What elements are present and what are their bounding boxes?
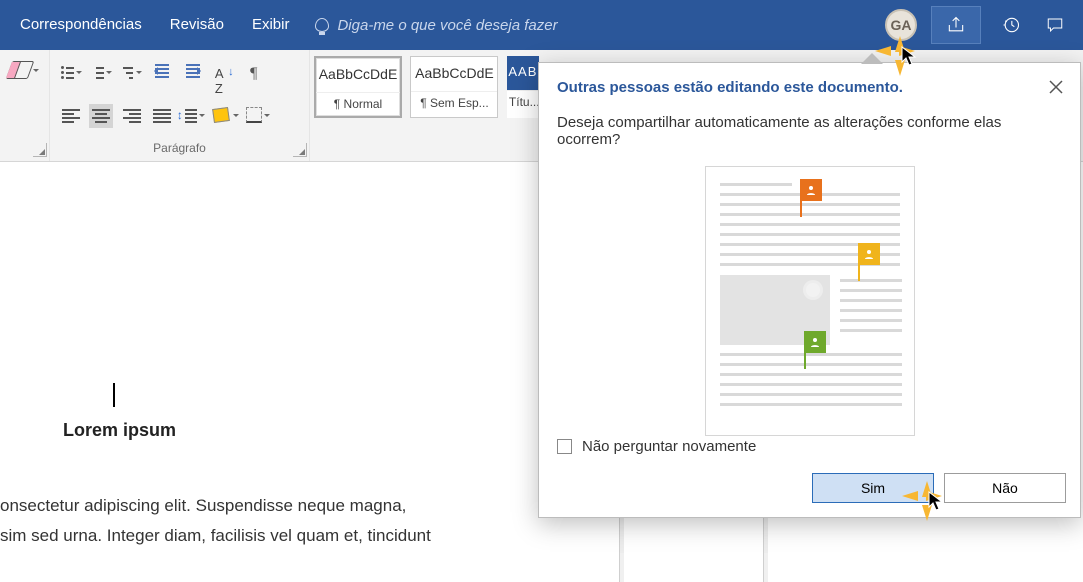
comments-button[interactable] bbox=[1033, 6, 1077, 44]
checkbox-icon bbox=[557, 439, 572, 454]
text-cursor bbox=[113, 383, 115, 407]
share-icon bbox=[946, 15, 966, 35]
style-preview: AAB bbox=[507, 56, 539, 90]
history-icon bbox=[1001, 15, 1021, 35]
document-heading: Lorem ipsum bbox=[63, 420, 176, 441]
decrease-indent-button[interactable] bbox=[150, 58, 174, 82]
tab-revisao[interactable]: Revisão bbox=[156, 0, 238, 50]
align-left-icon bbox=[62, 109, 80, 123]
increase-indent-button[interactable] bbox=[181, 58, 205, 82]
dialog-close-button[interactable] bbox=[1040, 71, 1072, 103]
sort-icon: AZ bbox=[215, 66, 232, 96]
numbering-icon bbox=[91, 66, 104, 78]
paint-bucket-icon bbox=[211, 107, 231, 123]
tell-me-placeholder: Diga-me o que você deseja fazer bbox=[337, 17, 557, 34]
align-right-button[interactable] bbox=[120, 104, 144, 128]
style-normal[interactable]: AaBbCcDdE ¶ Normal bbox=[314, 56, 402, 118]
style-title[interactable]: AAB Títu... bbox=[507, 56, 539, 118]
sort-button[interactable]: AZ bbox=[211, 69, 235, 93]
shading-button[interactable] bbox=[211, 103, 239, 127]
tell-me-search[interactable]: Diga-me o que você deseja fazer bbox=[315, 17, 557, 34]
dialog-illustration bbox=[705, 166, 915, 436]
share-button[interactable] bbox=[931, 6, 981, 44]
align-left-button[interactable] bbox=[59, 104, 83, 128]
checkbox-label: Não perguntar novamente bbox=[582, 438, 756, 455]
document-body-line: onsectetur adipiscing elit. Suspendisse … bbox=[0, 492, 480, 521]
dialog-arrow bbox=[862, 54, 882, 64]
dialog-launcher-paragraph[interactable] bbox=[293, 143, 307, 157]
tab-correspondencias[interactable]: Correspondências bbox=[6, 0, 156, 50]
history-button[interactable] bbox=[989, 6, 1033, 44]
align-justify-icon bbox=[153, 109, 171, 123]
lightbulb-icon bbox=[315, 18, 329, 32]
multilevel-icon bbox=[121, 66, 134, 78]
comment-icon bbox=[1045, 16, 1065, 34]
numbering-button[interactable] bbox=[89, 60, 113, 84]
bullets-icon bbox=[61, 66, 74, 78]
dialog-title: Outras pessoas estão editando este docum… bbox=[557, 79, 1062, 96]
multilevel-list-button[interactable] bbox=[120, 60, 144, 84]
user-avatar[interactable]: GA bbox=[885, 9, 917, 41]
align-center-button[interactable] bbox=[89, 104, 113, 128]
align-center-icon bbox=[92, 109, 110, 123]
collaborator-flag-icon bbox=[804, 331, 826, 353]
clear-formatting-button[interactable] bbox=[9, 58, 39, 82]
style-preview: AaBbCcDdE bbox=[411, 57, 497, 91]
paragraph-group-label: Parágrafo bbox=[50, 141, 309, 155]
borders-button[interactable] bbox=[246, 103, 270, 127]
document-page[interactable]: Lorem ipsum onsectetur adipiscing elit. … bbox=[0, 162, 620, 582]
document-body-line: sim sed urna. Integer diam, facilisis ve… bbox=[0, 522, 480, 551]
ribbon-group-paragraph: AZ ¶ Parágrafo bbox=[50, 50, 310, 161]
decrease-indent-icon bbox=[152, 62, 172, 78]
collaborator-flag-icon bbox=[800, 179, 822, 201]
borders-icon bbox=[246, 107, 262, 123]
eraser-icon bbox=[6, 61, 35, 79]
align-right-icon bbox=[123, 109, 141, 123]
share-changes-dialog: Outras pessoas estão editando este docum… bbox=[538, 62, 1081, 518]
ribbon-group-clipboard bbox=[0, 50, 50, 161]
close-icon bbox=[1049, 80, 1063, 94]
collaborator-flag-icon bbox=[858, 243, 880, 265]
line-spacing-icon bbox=[181, 107, 197, 123]
ribbon-group-styles: AaBbCcDdE ¶ Normal AaBbCcDdE ¶ Sem Esp..… bbox=[310, 50, 547, 161]
line-spacing-button[interactable] bbox=[181, 103, 205, 127]
style-name: ¶ Sem Esp... bbox=[411, 91, 497, 114]
increase-indent-icon bbox=[183, 62, 203, 78]
pilcrow-icon: ¶ bbox=[250, 65, 257, 83]
style-name: ¶ Normal bbox=[316, 92, 400, 115]
show-marks-button[interactable]: ¶ bbox=[242, 62, 266, 86]
no-button[interactable]: Não bbox=[944, 473, 1066, 503]
dont-ask-again-checkbox[interactable]: Não perguntar novamente bbox=[557, 438, 756, 455]
tab-exibir[interactable]: Exibir bbox=[238, 0, 304, 50]
align-justify-button[interactable] bbox=[150, 104, 174, 128]
yes-button[interactable]: Sim bbox=[812, 473, 934, 503]
style-no-spacing[interactable]: AaBbCcDdE ¶ Sem Esp... bbox=[410, 56, 498, 118]
dialog-launcher-font[interactable] bbox=[33, 143, 47, 157]
titlebar: Correspondências Revisão Exibir Diga-me … bbox=[0, 0, 1083, 50]
style-preview: AaBbCcDdE bbox=[316, 58, 400, 92]
style-name: Títu... bbox=[507, 90, 539, 113]
dialog-body: Deseja compartilhar automaticamente as a… bbox=[557, 114, 1062, 148]
bullets-button[interactable] bbox=[59, 60, 83, 84]
